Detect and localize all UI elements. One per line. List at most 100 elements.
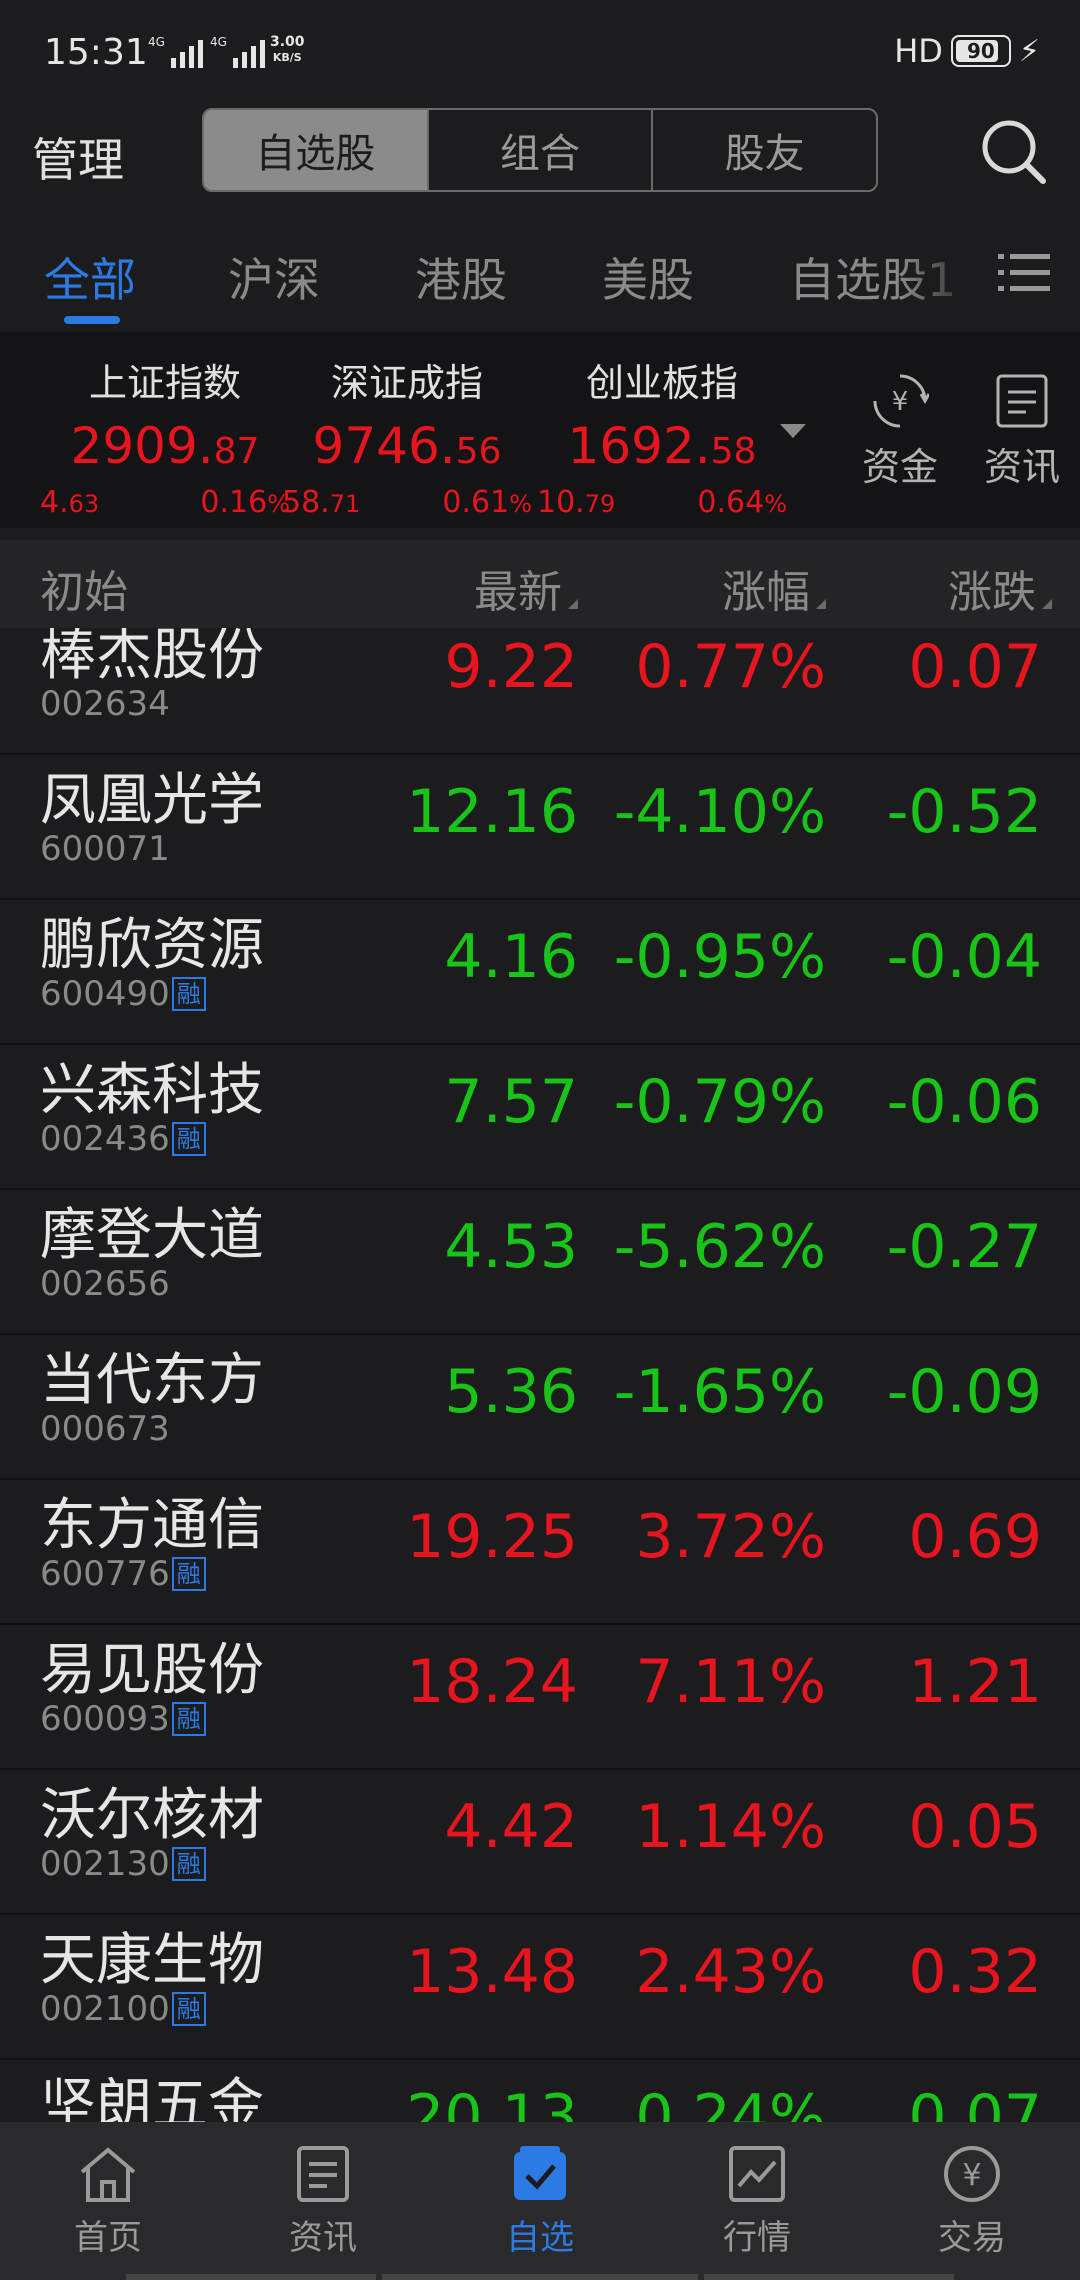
index-chinext[interactable]: 创业板指 1692.58 10.79 0.64% (537, 352, 787, 520)
news-icon (297, 2146, 349, 2202)
document-icon (996, 374, 1048, 428)
tab-all[interactable]: 全部 (44, 244, 136, 310)
news-button[interactable]: 资讯 (972, 372, 1072, 491)
header-name[interactable]: 初始 (40, 556, 128, 620)
stock-price: 13.48 (406, 1937, 578, 2007)
sort-icon (568, 599, 578, 609)
stock-change-pct: 7.11% (635, 1647, 826, 1717)
stock-price: 4.42 (444, 1792, 578, 1862)
stock-name: 易见股份 (40, 1638, 264, 1703)
stock-change-pct: 1.14% (635, 1792, 826, 1862)
tab-us[interactable]: 美股 (602, 244, 694, 310)
stock-code: 600093 融 (40, 1699, 206, 1739)
stock-change-pct: -4.10% (613, 777, 826, 847)
list-header: 初始 最新 涨幅 涨跌 (0, 540, 1080, 628)
nav-news[interactable]: 资讯 (243, 2144, 403, 2259)
stock-name: 凤凰光学 (40, 768, 264, 833)
stock-price: 7.57 (444, 1067, 578, 1137)
stock-price: 5.36 (444, 1357, 578, 1427)
stock-name: 沃尔核材 (40, 1783, 264, 1848)
signal-icon-1: 4G (148, 36, 203, 68)
stock-change-pct: 3.72% (635, 1502, 826, 1572)
charging-icon: ⚡ (1018, 33, 1040, 69)
index-strip: 上证指数 2909.87 4.63 0.16% 深证成指 9746.56 58.… (0, 332, 1080, 528)
margin-badge: 融 (171, 1847, 206, 1881)
segment-friends[interactable]: 股友 (653, 110, 876, 190)
segment-watchlist[interactable]: 自选股 (204, 110, 429, 190)
margin-badge: 融 (171, 1992, 206, 2026)
battery-icon: 90 (950, 35, 1011, 67)
tab-hk[interactable]: 港股 (415, 244, 507, 310)
stock-row[interactable]: 东方通信 600776 融 19.25 3.72% 0.69 (0, 1480, 1080, 1625)
stock-name: 坚朗五金 (40, 2073, 264, 2122)
stock-code: 002436 融 (40, 1119, 206, 1159)
stock-price: 12.16 (406, 777, 578, 847)
stock-row[interactable]: 沃尔核材 002130 融 4.42 1.14% 0.05 (0, 1770, 1080, 1915)
stock-row[interactable]: 坚朗五金 20.13 0.24% 0.07 (0, 2060, 1080, 2122)
header-price[interactable]: 最新 (474, 556, 578, 620)
svg-text:¥: ¥ (962, 2158, 981, 2193)
stock-code: 600776 融 (40, 1554, 206, 1594)
stock-change-pct: -5.62% (613, 1212, 826, 1282)
nav-trade[interactable]: ¥ 交易 (892, 2144, 1052, 2259)
search-icon[interactable] (980, 118, 1046, 184)
home-icon (80, 2147, 136, 2202)
sort-icon (816, 599, 826, 609)
hd-indicator: HD (894, 32, 943, 70)
header-pct[interactable]: 涨幅 (722, 556, 826, 620)
margin-badge: 融 (171, 1557, 206, 1591)
stock-name: 当代东方 (40, 1348, 264, 1413)
segment-control: 自选股 组合 股友 (202, 108, 878, 192)
stock-row[interactable]: 凤凰光学 600071 12.16 -4.10% -0.52 (0, 755, 1080, 900)
stock-row[interactable]: 鹏欣资源 600490 融 4.16 -0.95% -0.04 (0, 900, 1080, 1045)
stock-change-pct: 2.43% (635, 1937, 826, 2007)
stock-price: 4.16 (444, 922, 578, 992)
stock-change: -0.27 (886, 1212, 1042, 1282)
margin-badge: 融 (171, 1702, 206, 1736)
stock-name: 兴森科技 (40, 1058, 264, 1123)
svg-text:¥: ¥ (892, 387, 909, 417)
stock-row[interactable]: 天康生物 002100 融 13.48 2.43% 0.32 (0, 1915, 1080, 2060)
bottom-nav: 首页 资讯 自选 行情 ¥ 交易 (0, 2122, 1080, 2280)
stock-code: 002656 (40, 1264, 170, 1304)
stock-change-pct: -1.65% (613, 1357, 826, 1427)
expand-caret-icon[interactable] (780, 424, 806, 438)
index-shanghai[interactable]: 上证指数 2909.87 4.63 0.16% (40, 352, 290, 520)
stock-change: 0.05 (908, 1792, 1042, 1862)
stock-change: 0.69 (908, 1502, 1042, 1572)
stock-code: 000673 (40, 1409, 170, 1449)
header-chg[interactable]: 涨跌 (948, 556, 1052, 620)
nav-watchlist[interactable]: 自选 (460, 2144, 620, 2259)
status-bar: 15:31 4G 4G 3.00 KB/S HD 90 ⚡ (0, 0, 1080, 100)
stock-code: 002100 融 (40, 1989, 206, 2029)
list-menu-icon[interactable] (998, 252, 1050, 294)
chart-icon (729, 2146, 785, 2202)
tab-underline (64, 316, 120, 324)
stock-row[interactable]: 当代东方 000673 5.36 -1.65% -0.09 (0, 1335, 1080, 1480)
stock-row[interactable]: 兴森科技 002436 融 7.57 -0.79% -0.06 (0, 1045, 1080, 1190)
nav-market[interactable]: 行情 (677, 2144, 837, 2259)
stock-change-pct: -0.95% (613, 922, 826, 992)
stock-price: 18.24 (406, 1647, 578, 1717)
tab-hushen[interactable]: 沪深 (228, 244, 320, 310)
stock-row[interactable]: 棒杰股份 002634 9.22 0.77% 0.07 (0, 628, 1080, 755)
stock-row[interactable]: 摩登大道 002656 4.53 -5.62% -0.27 (0, 1190, 1080, 1335)
nav-home[interactable]: 首页 (28, 2144, 188, 2259)
segment-portfolio[interactable]: 组合 (429, 110, 654, 190)
stock-price: 20.13 (406, 2082, 578, 2122)
stock-change-pct: 0.77% (635, 632, 826, 702)
stock-row[interactable]: 易见股份 600093 融 18.24 7.11% 1.21 (0, 1625, 1080, 1770)
margin-badge: 融 (171, 977, 206, 1011)
stock-name: 鹏欣资源 (40, 913, 264, 978)
stock-price: 4.53 (444, 1212, 578, 1282)
manage-button[interactable]: 管理 (32, 124, 124, 190)
stock-price: 19.25 (406, 1502, 578, 1572)
stock-change: 0.07 (908, 2082, 1042, 2122)
yuan-icon: ¥ (944, 2146, 1000, 2202)
stock-change: 0.32 (908, 1937, 1042, 2007)
index-shenzhen[interactable]: 深证成指 9746.56 58.71 0.61% (282, 352, 532, 520)
stock-change: -0.52 (886, 777, 1042, 847)
stock-change: 0.07 (908, 632, 1042, 702)
funds-button[interactable]: ¥ 资金 (850, 372, 950, 491)
stock-name: 摩登大道 (40, 1203, 264, 1268)
